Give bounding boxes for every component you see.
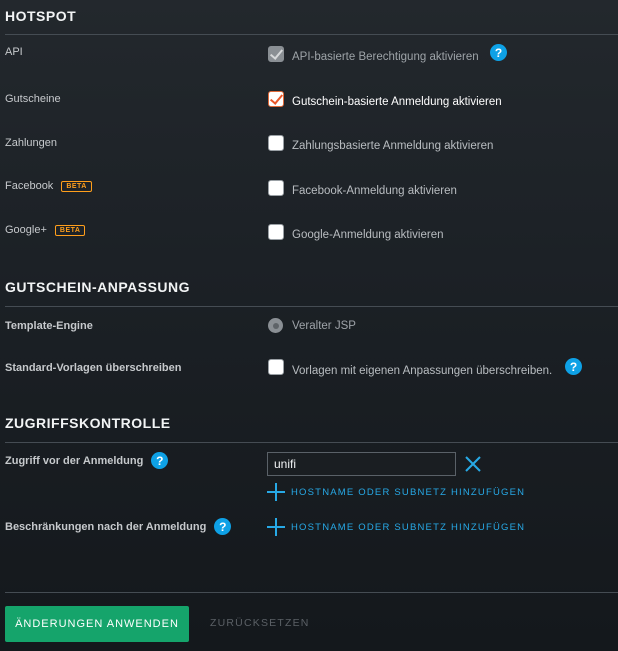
section-title-voucher-customization: GUTSCHEIN-ANPASSUNG xyxy=(5,279,191,295)
override-templates-checkbox[interactable] xyxy=(268,359,284,375)
apply-changes-button[interactable]: ÄNDERUNGEN ANWENDEN xyxy=(5,606,189,642)
label-api-text: API xyxy=(5,46,23,58)
label-vouchers: Gutscheine xyxy=(5,93,61,105)
label-payments-text: Zahlungen xyxy=(5,137,57,149)
label-api: API xyxy=(5,46,23,58)
label-payments: Zahlungen xyxy=(5,137,57,149)
add-pre-auth-label: HOSTNAME ODER SUBNETZ HINZUFÜGEN xyxy=(291,486,526,498)
override-templates-option-label: Vorlagen mit eigenen Anpassungen übersch… xyxy=(292,365,553,377)
add-post-auth-label: HOSTNAME ODER SUBNETZ HINZUFÜGEN xyxy=(291,521,526,533)
label-override-templates-text: Standard-Vorlagen überschreiben xyxy=(5,362,182,374)
label-pre-auth-text: Zugriff vor der Anmeldung xyxy=(5,454,144,467)
divider xyxy=(5,306,618,307)
label-facebook: Facebook BETA xyxy=(5,180,92,192)
label-vouchers-text: Gutscheine xyxy=(5,93,61,105)
help-icon[interactable]: ? xyxy=(214,518,232,535)
label-override-templates: Standard-Vorlagen überschreiben xyxy=(5,362,181,374)
vouchers-option-label: Gutschein-basierte Anmeldung aktivieren xyxy=(292,96,502,108)
reset-button[interactable]: ZURÜCKSETZEN xyxy=(210,617,310,629)
label-post-auth-text: Beschränkungen nach der Anmeldung xyxy=(5,520,207,533)
api-option-label: API-basierte Berechtigung aktivieren xyxy=(292,51,479,63)
label-template-engine: Template-Engine xyxy=(5,320,93,332)
help-icon[interactable]: ? xyxy=(490,44,507,61)
section-title-hotspot: HOTSPOT xyxy=(5,8,77,24)
add-pre-auth-hostname-button[interactable]: HOSTNAME ODER SUBNETZ HINZUFÜGEN xyxy=(267,483,525,501)
vouchers-checkbox[interactable] xyxy=(268,91,284,107)
google-option-label: Google-Anmeldung aktivieren xyxy=(292,229,444,241)
divider xyxy=(5,34,618,35)
label-template-engine-text: Template-Engine xyxy=(5,320,93,332)
api-checkbox[interactable] xyxy=(268,46,284,62)
label-pre-auth: Zugriff vor der Anmeldung ? xyxy=(5,452,169,469)
divider xyxy=(5,442,618,443)
label-facebook-text: Facebook xyxy=(5,180,54,192)
payments-option-label: Zahlungsbasierte Anmeldung aktivieren xyxy=(292,140,494,152)
label-post-auth: Beschränkungen nach der Anmeldung ? xyxy=(5,518,232,535)
label-google-text: Google+ xyxy=(5,224,47,236)
help-icon[interactable]: ? xyxy=(565,358,582,375)
payments-checkbox[interactable] xyxy=(268,135,284,151)
section-title-access-control: ZUGRIFFSKONTROLLE xyxy=(5,415,171,431)
plus-icon xyxy=(267,483,285,501)
label-google: Google+ BETA xyxy=(5,224,86,236)
template-engine-radio[interactable] xyxy=(268,318,283,333)
help-icon[interactable]: ? xyxy=(151,452,169,469)
beta-badge: BETA xyxy=(54,224,86,236)
beta-badge: BETA xyxy=(61,180,92,192)
add-post-auth-hostname-button[interactable]: HOSTNAME ODER SUBNETZ HINZUFÜGEN xyxy=(267,518,525,536)
close-icon[interactable] xyxy=(464,455,482,473)
footer-divider xyxy=(5,592,618,593)
facebook-checkbox[interactable] xyxy=(268,180,284,196)
template-engine-option-label: Veralter JSP xyxy=(292,320,356,332)
facebook-option-label: Facebook-Anmeldung aktivieren xyxy=(292,185,457,197)
google-checkbox[interactable] xyxy=(268,224,284,240)
pre-auth-hostname-input[interactable]: unifi xyxy=(267,452,456,476)
plus-icon xyxy=(267,518,285,536)
